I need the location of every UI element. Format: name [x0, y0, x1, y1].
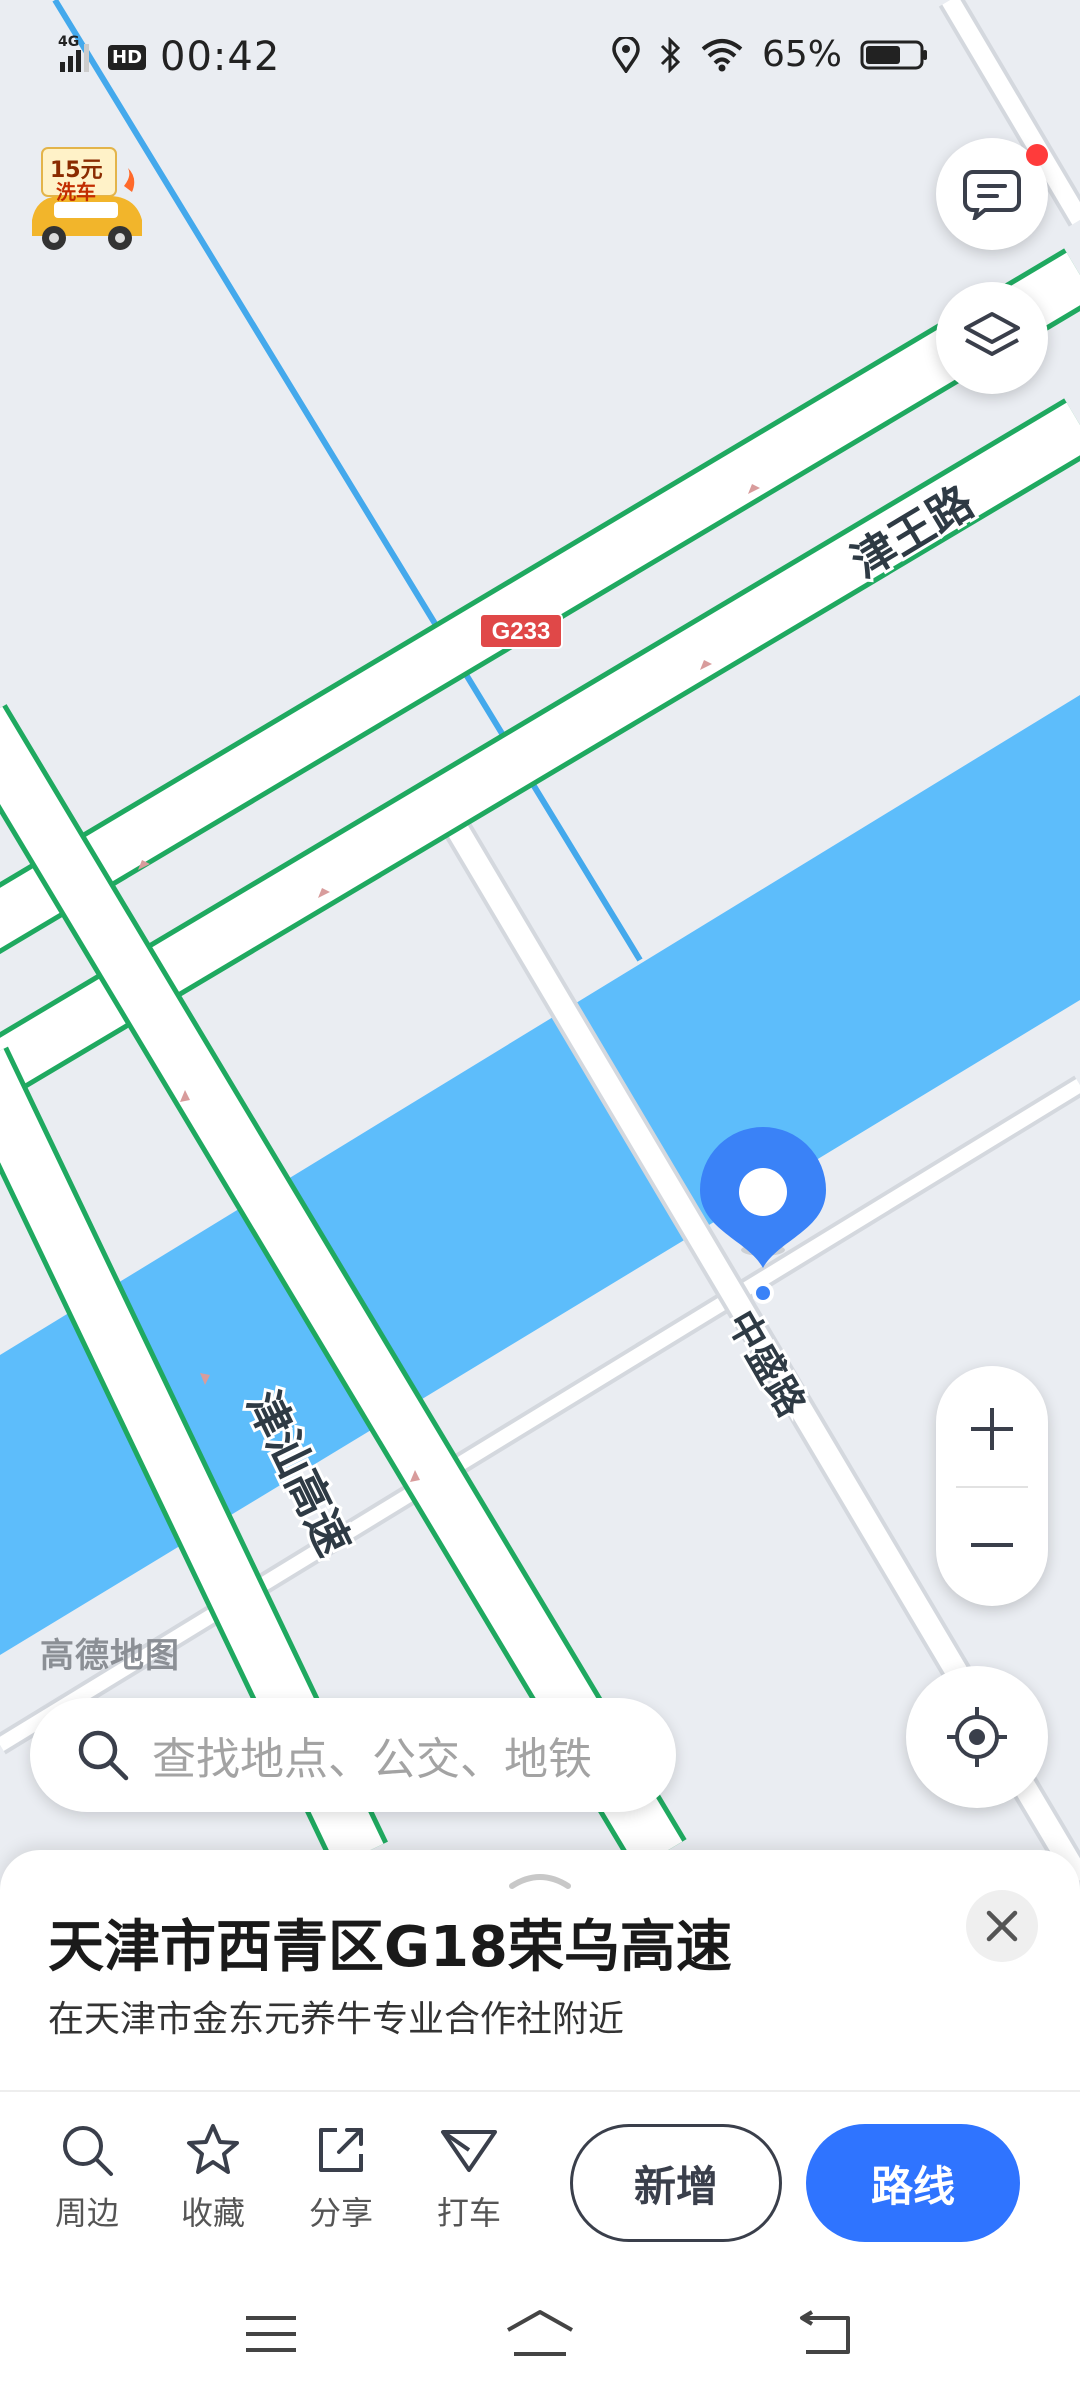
share-icon: [319, 2128, 363, 2172]
home-icon[interactable]: [504, 2308, 576, 2358]
place-title: 天津市西青区G18荣乌高速: [48, 1915, 732, 1980]
battery-percent: 65%: [761, 34, 842, 75]
taxi-action[interactable]: 打车: [414, 2122, 524, 2234]
zoom-in-button[interactable]: [936, 1374, 1048, 1484]
signal-icon: 4G: [58, 34, 94, 74]
system-nav-bar: [0, 2290, 1080, 2400]
route-button[interactable]: 路线: [806, 2124, 1020, 2242]
share-action[interactable]: 分享: [286, 2122, 396, 2234]
status-time: 00:42: [160, 34, 281, 80]
taxi-label: 打车: [436, 2194, 501, 2232]
bluetooth-icon: [660, 36, 681, 73]
minus-icon: [971, 1543, 1013, 1547]
place-subtitle: 在天津市金东元养牛专业合作社附近: [48, 1999, 625, 2040]
search-icon: [78, 1730, 129, 1781]
notification-dot: [1026, 144, 1048, 166]
status-right: 65%: [612, 34, 930, 75]
zoom-controls: [936, 1366, 1048, 1606]
zoom-divider: [956, 1486, 1028, 1488]
crosshair-icon: [947, 1707, 1007, 1767]
layers-icon: [964, 312, 1020, 356]
battery-icon: [860, 40, 927, 69]
map-provider-watermark: 高德地图: [40, 1636, 180, 1676]
search-icon: [63, 2126, 113, 2176]
wifi-icon: [701, 38, 743, 71]
star-icon: [187, 2124, 239, 2174]
menu-icon[interactable]: [244, 2312, 298, 2356]
search-placeholder: 查找地点、公交、地铁: [152, 1734, 592, 1785]
status-bar: 4G HD 00:42 65%: [0, 0, 1080, 120]
hd-badge: HD: [108, 44, 147, 70]
search-bar[interactable]: 查找地点、公交、地铁: [30, 1698, 676, 1812]
zoom-out-button[interactable]: [936, 1490, 1048, 1600]
place-card: 天津市西青区G18荣乌高速 在天津市金东元养牛专业合作社附近 周边 收藏 分享 …: [0, 1850, 1080, 2400]
share-label: 分享: [308, 2194, 373, 2232]
drag-handle-icon[interactable]: [508, 1868, 572, 1890]
close-button[interactable]: [966, 1890, 1038, 1962]
layers-button[interactable]: [936, 282, 1048, 394]
card-divider: [0, 2090, 1080, 2092]
taxi-icon: [441, 2130, 497, 2172]
close-icon: [986, 1910, 1018, 1942]
chat-icon: [963, 170, 1021, 220]
favorite-action[interactable]: 收藏: [158, 2122, 268, 2234]
my-location-button[interactable]: [906, 1666, 1048, 1808]
location-icon: [612, 36, 640, 73]
status-left: 4G HD 00:42: [58, 34, 280, 80]
nearby-label: 周边: [54, 2194, 119, 2232]
back-icon[interactable]: [796, 2310, 852, 2356]
g233-label: G233: [492, 618, 551, 645]
favorite-label: 收藏: [180, 2194, 245, 2232]
add-button[interactable]: 新增: [570, 2124, 782, 2242]
plus-icon: [971, 1408, 1013, 1450]
messages-button[interactable]: [936, 138, 1048, 250]
car-wash-promo[interactable]: 15元 洗车: [28, 146, 146, 252]
nearby-action[interactable]: 周边: [32, 2122, 142, 2234]
promo-text: 洗车: [56, 180, 96, 204]
